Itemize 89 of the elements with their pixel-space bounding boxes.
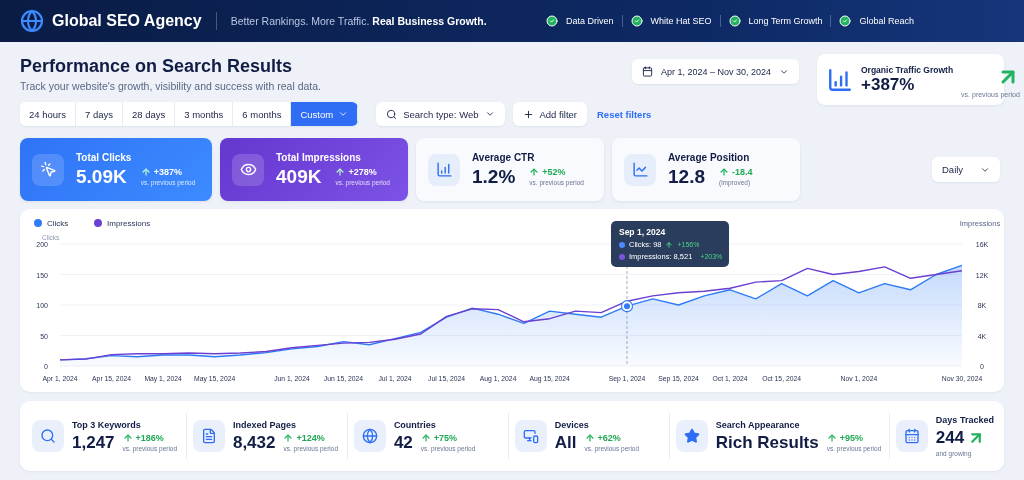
plus-icon xyxy=(522,108,534,120)
stat-title: Countries xyxy=(393,419,437,430)
bar-chart-icon xyxy=(435,161,453,178)
metric-title: Average Position xyxy=(668,151,751,163)
reset-filters-link[interactable]: Reset filters xyxy=(597,108,652,120)
stat-value: 8,432 xyxy=(232,432,276,453)
page-subtitle: Track your website's growth, visibility and success with real data. xyxy=(20,80,322,92)
globe-logo-icon xyxy=(20,9,44,33)
arrow-up-icon xyxy=(122,433,133,443)
arrow-up-icon xyxy=(665,240,674,249)
stat-title: Days Tracked xyxy=(935,415,994,425)
arrow-up-icon xyxy=(719,167,729,177)
arrow-up-icon xyxy=(140,167,151,177)
range-tab[interactable]: 28 days xyxy=(123,102,176,126)
change-text: +52% xyxy=(542,167,566,177)
badge-label: Data Driven xyxy=(566,16,614,26)
arrow-up-icon xyxy=(529,167,540,177)
range-tab[interactable]: 24 hours xyxy=(20,102,76,126)
add-filter-button[interactable]: Add filter xyxy=(512,102,587,126)
arrow-up-icon xyxy=(584,433,595,443)
arrow-up-icon xyxy=(826,433,837,443)
check-icon xyxy=(728,15,741,27)
change-text: +75% xyxy=(433,433,458,443)
check-icon xyxy=(630,15,643,27)
stat-title: Search Appearance xyxy=(715,419,801,430)
change-text: +124% xyxy=(296,433,325,443)
metric-value: 5.09K xyxy=(76,165,127,188)
change-text: +95% xyxy=(839,433,863,443)
stat-title: Top 3 Keywords xyxy=(72,419,142,430)
stat-title: Devices xyxy=(554,419,590,430)
change-text: +278% xyxy=(348,167,377,177)
metric-value: 12.8 xyxy=(668,165,705,188)
stat-value: 1,247 xyxy=(72,432,115,453)
eye-icon xyxy=(239,161,257,178)
chevron-down-icon xyxy=(484,109,495,119)
legend-label: Clicks xyxy=(47,219,69,228)
metric-title: Total Clicks xyxy=(76,151,133,163)
globe-icon xyxy=(361,428,378,444)
badge-label: Long Term Growth xyxy=(748,16,823,26)
brand-name: Global SEO Agency xyxy=(52,12,202,30)
check-icon xyxy=(839,15,852,27)
calendar-icon xyxy=(903,428,920,444)
badge-label: White Hat SEO xyxy=(650,16,712,26)
metric-value: 409K xyxy=(276,165,322,188)
date-range-picker[interactable]: Apr 1, 2024 – Nov 30, 2024 xyxy=(631,59,799,84)
point-marker xyxy=(620,300,634,313)
range-tab[interactable]: Custom xyxy=(291,102,359,126)
stat-value: All xyxy=(554,432,577,453)
metric-value: 1.2% xyxy=(472,165,516,188)
tooltip-title: Sep 1, 2024 xyxy=(618,227,667,237)
arrow-up-icon xyxy=(335,167,346,177)
stat-value: 244 xyxy=(935,428,965,448)
chevron-down-icon xyxy=(338,109,349,119)
metric-title: Average CTR xyxy=(472,151,536,163)
document-icon xyxy=(200,428,217,444)
legend-item: Impressions xyxy=(94,219,151,228)
range-tab[interactable]: 6 months xyxy=(233,102,292,126)
change-text: +186% xyxy=(135,433,164,443)
search-type-dropdown[interactable]: Search type: Web xyxy=(376,102,505,126)
stat-title: Indexed Pages xyxy=(232,419,297,430)
stat-value: 42 xyxy=(393,432,413,453)
arrow-up-icon xyxy=(420,433,431,443)
change-text: +62% xyxy=(597,433,621,443)
series-dot xyxy=(618,253,625,260)
line-chart-icon xyxy=(631,161,649,178)
arrow-up-icon xyxy=(283,433,294,443)
search-icon xyxy=(40,428,56,444)
search-icon xyxy=(386,108,398,120)
check-icon xyxy=(546,15,558,27)
change-text: +387% xyxy=(153,167,182,177)
badge-label: Global Reach xyxy=(859,16,914,26)
card-value: +387% xyxy=(861,74,915,95)
series-dot xyxy=(618,241,625,248)
stat-value: Rich Results xyxy=(715,432,819,453)
cursor-click-icon xyxy=(39,161,57,178)
range-tab[interactable]: 3 months xyxy=(175,102,234,126)
devices-icon xyxy=(522,428,539,444)
page-title: Performance on Search Results xyxy=(20,56,294,77)
calendar-icon xyxy=(641,66,653,77)
card-title: Organic Traffic Growth xyxy=(861,64,954,75)
change-text: -18.4 xyxy=(732,167,753,177)
legend-item: Clicks xyxy=(34,219,69,228)
range-tab[interactable]: 7 days xyxy=(76,102,123,126)
bar-chart-icon xyxy=(827,66,853,93)
interval-dropdown[interactable]: Daily xyxy=(932,157,1000,182)
tagline: Better Rankings. More Traffic. Real Business Growth. xyxy=(230,15,487,27)
star-icon xyxy=(683,428,700,444)
metric-title: Total Impressions xyxy=(276,151,362,163)
legend-label: Impressions xyxy=(107,219,151,228)
